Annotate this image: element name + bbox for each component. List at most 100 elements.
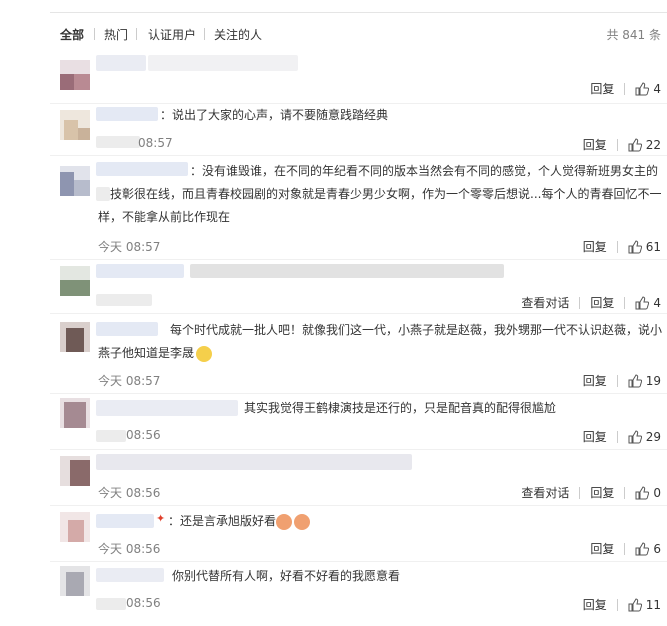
like-button[interactable]: 29 [628,430,661,444]
comment-text: 其实我觉得王鹤棣演技是还行的，只是配音真的配得很尴尬 [244,401,557,415]
badge-icon: ✦ [156,512,166,525]
like-count: 4 [653,295,661,310]
emoji-icon [196,346,212,362]
action-separator [624,486,626,499]
comment-item: 其实我觉得王鹤棣演技是还行的，只是配音真的配得很尴尬 08:56 回复 29 [0,394,667,450]
thumbs-up-icon [635,541,650,555]
like-button[interactable]: 11 [628,598,661,612]
action-separator [616,240,618,253]
blurred-username[interactable] [96,400,238,416]
blurred-username[interactable] [96,514,154,528]
comment-time: 今天 08:56 [98,486,161,500]
reply-button[interactable]: 回复 [590,540,614,557]
tab-following[interactable]: 关注的人 [214,26,262,43]
view-conversation-button[interactable]: 查看对话 [521,484,569,501]
blurred-text [190,264,504,278]
tab-hot[interactable]: 热门 [104,26,128,43]
blurred-username[interactable] [96,162,188,176]
comment-text-line-2: 技彰很在线，而且青春校园剧的对象就是青春少男少女啊，作为一个零零后想说...每个… [110,187,662,201]
reply-button[interactable]: 回复 [590,80,614,97]
comment-time: 今天 08:56 [98,542,161,556]
comment-text-line-3: 样，不能拿从前比作现在 [98,210,231,224]
like-count: 6 [653,541,661,556]
blurred-text [96,454,412,470]
like-count: 19 [645,373,661,388]
like-count: 22 [645,137,661,152]
reply-button[interactable]: 回复 [583,238,607,255]
reply-button[interactable]: 回复 [583,428,607,445]
thumbs-up-icon [628,137,642,151]
comment-actions: 回复 29 [583,428,661,445]
like-button[interactable]: 0 [635,486,661,500]
reply-button[interactable]: 回复 [590,294,614,311]
thumbs-up-icon [635,485,650,499]
like-button[interactable]: 6 [635,542,661,556]
comment-text-line-1: ：没有谁毁谁，在不同的年纪看不同的版本当然会有不同的感觉，个人觉得新班男女主的 [190,164,659,178]
emoji-icon [276,514,292,530]
like-button[interactable]: 61 [628,240,661,254]
blurred-time [96,294,152,306]
comment-actions: 回复 6 [590,540,661,557]
comment-total-count: 共 841 条 [606,28,661,42]
like-button[interactable]: 4 [635,82,661,96]
comment-item: 回复 4 [0,52,667,104]
blurred-username[interactable] [96,568,164,582]
comment-text: 你别代替所有人啊，好看不好看的我愿意看 [172,569,401,583]
top-divider [50,12,667,13]
comment-time: 08:57 [138,136,173,150]
tab-all[interactable]: 全部 [60,26,84,43]
blurred-username[interactable] [96,107,158,121]
action-separator [616,138,618,151]
avatar[interactable] [60,566,90,596]
comment-item: ：没有谁毁谁，在不同的年纪看不同的版本当然会有不同的感觉，个人觉得新班男女主的 … [0,156,667,260]
reply-button[interactable]: 回复 [583,136,607,153]
comment-time: 08:56 [126,596,161,610]
blurred-username[interactable] [96,55,146,71]
emoji-icon [294,514,310,530]
comment-actions: 回复 22 [583,136,661,153]
comment-item: 每个时代成就一批人吧！就像我们这一代，小燕子就是赵薇，我外甥那一代不认识赵薇，说… [0,314,667,394]
avatar[interactable] [60,110,90,140]
avatar[interactable] [60,166,90,196]
action-separator [624,542,626,555]
tab-separator [204,28,205,40]
like-button[interactable]: 4 [635,296,661,310]
tab-separator [94,28,95,40]
comment-actions: 回复 61 [583,238,661,255]
avatar[interactable] [60,322,90,352]
comment-actions: 回复 4 [590,80,661,97]
action-separator [624,296,626,309]
comment-text: ：还是言承旭版好看 [168,514,277,528]
like-count: 4 [653,81,661,96]
avatar[interactable] [60,456,90,486]
avatar[interactable] [60,60,90,90]
reply-button[interactable]: 回复 [583,596,607,613]
avatar[interactable] [60,398,90,428]
comment-time: 今天 08:57 [98,240,161,254]
reply-button[interactable]: 回复 [590,484,614,501]
comment-filter-tabs: 全部 热门 认证用户 关注的人 共 841 条 [60,26,667,48]
blurred-time [96,598,126,610]
action-separator [616,430,618,443]
thumbs-up-icon [628,239,642,253]
like-count: 0 [653,485,661,500]
comment-actions: 回复 19 [583,372,661,389]
view-conversation-button[interactable]: 查看对话 [521,294,569,311]
reply-button[interactable]: 回复 [583,372,607,389]
action-separator [579,296,581,309]
avatar[interactable] [60,266,90,296]
tab-verified-users[interactable]: 认证用户 [148,26,196,43]
comment-actions: 查看对话 回复 0 [521,484,661,501]
avatar[interactable] [60,512,90,542]
like-button[interactable]: 22 [628,138,661,152]
comment-item: 你别代替所有人啊，好看不好看的我愿意看 08:56 回复 11 [0,562,667,626]
blurred-username[interactable] [96,322,158,336]
like-button[interactable]: 19 [628,374,661,388]
comment-time: 今天 08:57 [98,374,161,388]
thumbs-up-icon [628,429,642,443]
action-separator [624,82,626,95]
comment-item: 查看对话 回复 4 [0,260,667,314]
blurred-username[interactable] [96,264,184,278]
comment-text: ：说出了大家的心声，请不要随意践踏经典 [160,108,389,122]
action-separator [616,374,618,387]
